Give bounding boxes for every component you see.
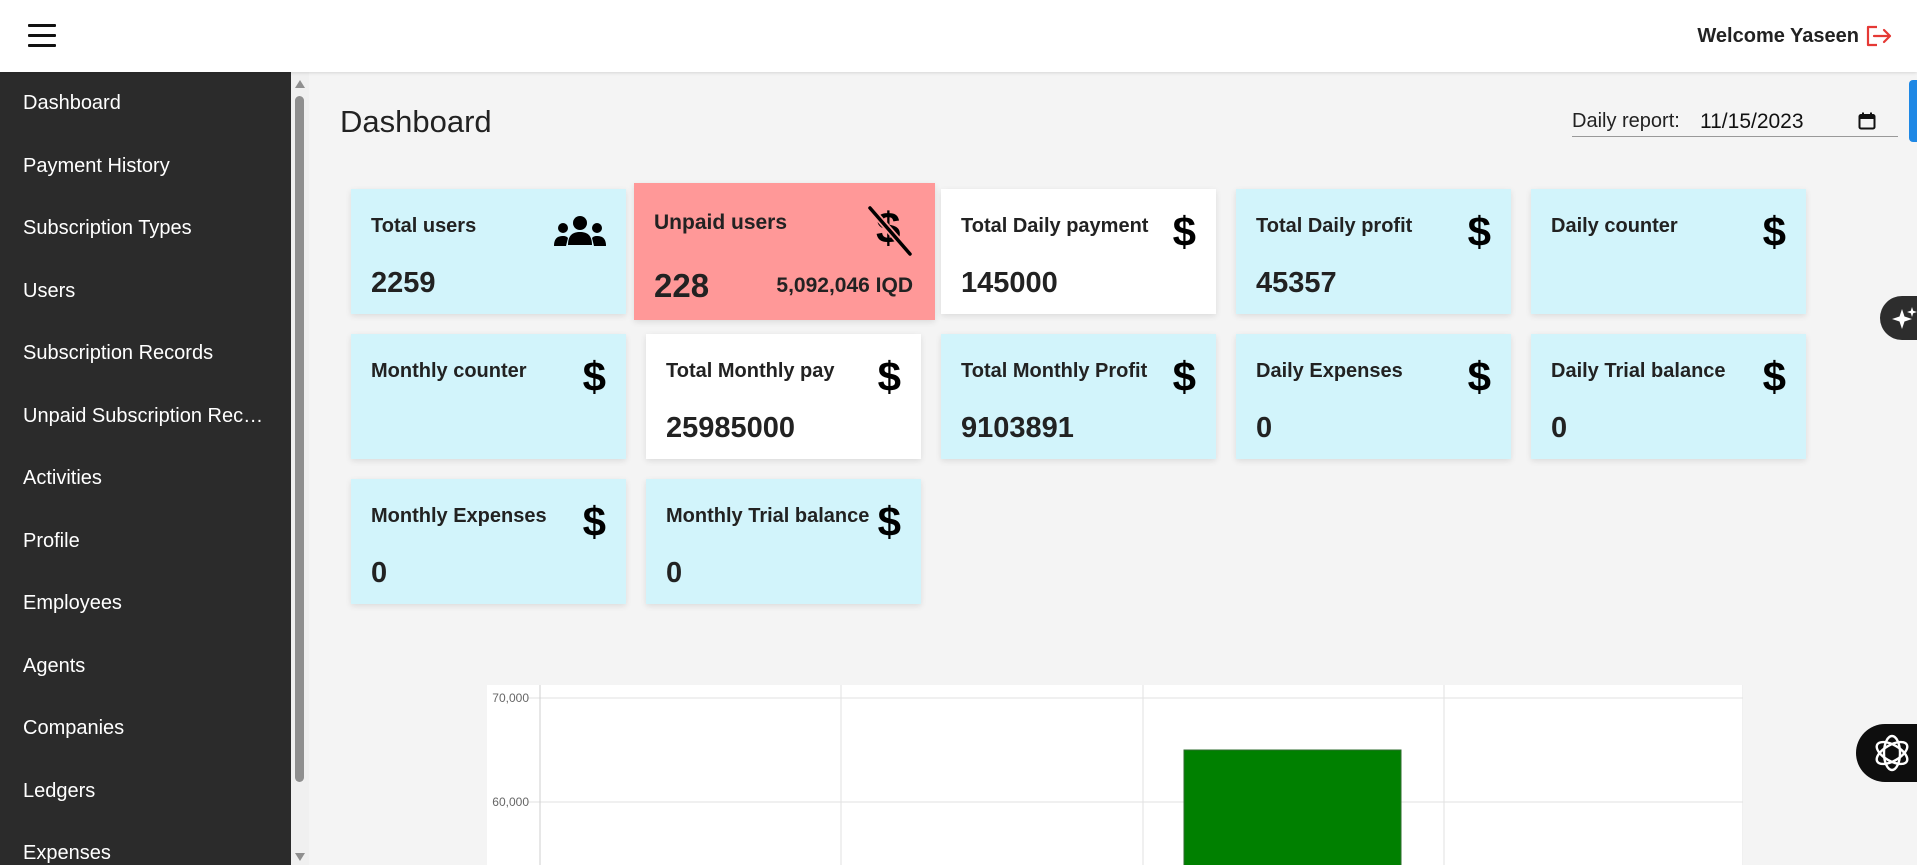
sidebar-item-ledgers[interactable]: Ledgers	[0, 760, 268, 823]
dollar-icon: $	[582, 353, 606, 400]
card-title: Monthly Trial balance	[666, 505, 870, 527]
dollar-icon: $	[582, 498, 606, 545]
sidebar-item-activities[interactable]: Activities	[0, 447, 268, 510]
sidebar-item-companies[interactable]: Companies	[0, 697, 268, 760]
card-value: 2259	[371, 267, 436, 299]
card-daily-trial-balance: Daily Trial balance 0 $	[1531, 334, 1806, 459]
dollar-icon: $	[877, 498, 901, 545]
card-value: 145000	[961, 267, 1058, 299]
daily-report-date-input[interactable]: Daily report: 11/15/2023	[1572, 104, 1898, 137]
sidebar-item-subscription-types[interactable]: Subscription Types	[0, 197, 268, 260]
card-title: Monthly Expenses	[371, 505, 547, 527]
card-title: Total Daily profit	[1256, 215, 1413, 237]
card-total-monthly-profit: Total Monthly Profit 9103891 $	[941, 334, 1216, 459]
dollar-icon: $	[877, 353, 901, 400]
card-total-monthly-pay: Total Monthly pay 25985000 $	[646, 334, 921, 459]
ai-assistant-icon	[1875, 734, 1909, 772]
dollar-icon: $	[1762, 208, 1786, 255]
card-value: 45357	[1256, 267, 1337, 299]
y-tick-label: 70,000	[492, 691, 529, 705]
welcome-text: Welcome Yaseen	[1697, 25, 1859, 47]
sidebar-item-expenses[interactable]: Expenses	[0, 822, 268, 865]
card-daily-expenses: Daily Expenses 0 $	[1236, 334, 1511, 459]
dollar-icon: $	[1172, 208, 1196, 255]
card-monthly-counter: Monthly counter $	[351, 334, 626, 459]
card-value: 0	[1551, 412, 1568, 444]
dollar-icon: $	[1172, 353, 1196, 400]
sidebar-item-users[interactable]: Users	[0, 260, 268, 323]
card-title: Unpaid users	[654, 211, 788, 234]
scroll-down-arrow[interactable]	[295, 853, 305, 861]
page-title: Dashboard	[340, 104, 492, 139]
daily-report-label: Daily report:	[1572, 110, 1680, 132]
card-monthly-expenses: Monthly Expenses 0 $	[351, 479, 626, 604]
card-total-daily-payment: Total Daily payment 145000 $	[941, 189, 1216, 314]
sidebar-scrollbar[interactable]	[291, 72, 309, 865]
sidebar-item-subscription-records[interactable]: Subscription Records	[0, 322, 268, 385]
dollar-off-icon: $	[867, 205, 913, 257]
card-title: Total users	[371, 215, 477, 237]
menu-icon[interactable]	[28, 24, 56, 48]
sidebar: Dashboard Payment History Subscription T…	[0, 72, 291, 865]
sidebar-item-payment-history[interactable]: Payment History	[0, 135, 268, 198]
card-title: Daily counter	[1551, 215, 1678, 237]
top-header: Welcome Yaseen	[0, 0, 1917, 72]
users-icon	[554, 216, 606, 246]
card-monthly-trial-balance: Monthly Trial balance 0 $	[646, 479, 921, 604]
scrollbar-thumb[interactable]	[295, 96, 304, 782]
dollar-icon: $	[1467, 208, 1491, 255]
chart-bar	[1183, 749, 1402, 865]
card-title: Monthly counter	[371, 360, 527, 382]
card-value: 0	[371, 557, 388, 589]
card-title: Daily Expenses	[1256, 360, 1403, 382]
card-title: Total Monthly Profit	[961, 360, 1148, 382]
card-title: Total Monthly pay	[666, 360, 835, 382]
card-value: 0	[1256, 412, 1273, 444]
sparkle-icon	[1892, 307, 1917, 329]
ai-assistant-button[interactable]	[1856, 724, 1917, 782]
sparkle-button[interactable]	[1880, 296, 1917, 340]
card-daily-counter: Daily counter $	[1531, 189, 1806, 314]
card-title: Total Daily payment	[961, 215, 1149, 237]
card-total-daily-profit: Total Daily profit 45357 $	[1236, 189, 1511, 314]
side-tab-handle[interactable]	[1909, 80, 1917, 142]
card-title: Daily Trial balance	[1551, 360, 1726, 382]
calendar-icon[interactable]	[1858, 112, 1876, 130]
sidebar-item-dashboard[interactable]: Dashboard	[0, 72, 268, 135]
sidebar-item-unpaid-subscription-records[interactable]: Unpaid Subscription Reco...	[0, 385, 268, 448]
scroll-up-arrow[interactable]	[295, 80, 305, 88]
dollar-icon: $	[1467, 353, 1491, 400]
card-value: 228	[654, 267, 710, 304]
unpaid-amount: 5,092,046 IQD	[776, 274, 913, 297]
y-tick-label: 60,000	[492, 795, 529, 809]
sidebar-item-profile[interactable]: Profile	[0, 510, 268, 573]
card-unpaid-users: Unpaid users 228 5,092,046 IQD $	[634, 183, 935, 320]
card-value: 0	[666, 557, 683, 589]
dollar-icon: $	[1762, 353, 1786, 400]
daily-report-value[interactable]: 11/15/2023	[1700, 110, 1804, 134]
bar-chart: 70,000 60,000	[492, 685, 1743, 865]
card-total-users: Total users 2259	[351, 189, 626, 314]
logout-icon[interactable]	[1865, 24, 1893, 48]
card-value: 9103891	[961, 412, 1074, 444]
sidebar-item-employees[interactable]: Employees	[0, 572, 268, 635]
card-value: 25985000	[666, 412, 796, 444]
sidebar-item-agents[interactable]: Agents	[0, 635, 268, 698]
